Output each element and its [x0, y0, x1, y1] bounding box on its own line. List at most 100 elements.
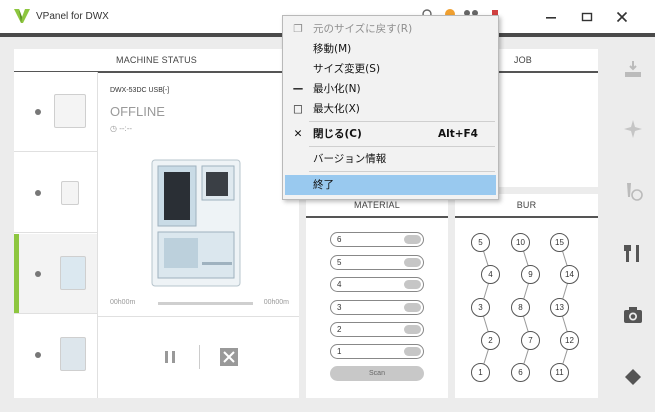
menu-item-minimize[interactable]: — 最小化(N) [285, 79, 496, 99]
elapsed-time: 00h00m [110, 299, 136, 306]
close-icon: ✕ [293, 128, 303, 140]
bur-slot-1[interactable]: 1 [471, 363, 490, 382]
status-dot [35, 109, 41, 115]
bur-slot-9[interactable]: 9 [521, 265, 540, 284]
menu-separator [309, 121, 495, 122]
slot-toggle [404, 347, 421, 356]
material-slot-6[interactable]: 6 [330, 232, 424, 247]
bur-slot-6[interactable]: 6 [511, 363, 530, 382]
bur-slot-15[interactable]: 15 [550, 233, 569, 252]
diamond-icon[interactable] [621, 365, 645, 389]
slot-label: 2 [337, 325, 342, 334]
menu-shortcut: Alt+F4 [437, 128, 478, 140]
menu-label: 最大化(X) [313, 103, 360, 115]
minimize-button[interactable] [534, 4, 568, 30]
pause-button[interactable] [163, 349, 177, 365]
bur-time-icon[interactable] [621, 179, 645, 203]
camera-icon[interactable] [621, 303, 645, 327]
bur-slot-4[interactable]: 4 [481, 265, 500, 284]
milling-icon[interactable] [621, 57, 645, 81]
slot-label: 5 [337, 258, 342, 267]
bur-slot-5[interactable]: 5 [471, 233, 490, 252]
material-slot-1[interactable]: 1 [330, 344, 424, 359]
machine-list [14, 72, 97, 398]
slot-label: 3 [337, 303, 342, 312]
material-slot-3[interactable]: 3 [330, 300, 424, 315]
menu-separator [309, 171, 495, 172]
slot-label: 1 [337, 347, 342, 356]
bur-slot-2[interactable]: 2 [481, 331, 500, 350]
material-slot-5[interactable]: 5 [330, 255, 424, 270]
right-sidebar [611, 37, 655, 412]
bur-slot-14[interactable]: 14 [560, 265, 579, 284]
status-dot [35, 190, 41, 196]
maximize-icon: □ [293, 103, 303, 115]
menu-item-size[interactable]: サイズ変更(S) [285, 59, 496, 79]
slot-toggle [404, 280, 421, 289]
machine-thumbnail [54, 94, 86, 128]
scan-button[interactable]: Scan [330, 366, 424, 381]
menu-label: 最小化(N) [313, 83, 361, 95]
bur-slot-3[interactable]: 3 [471, 298, 490, 317]
machine-status-heading: MACHINE STATUS [116, 55, 197, 65]
menu-label: 閉じる(C) [313, 128, 362, 140]
maximize-button[interactable] [570, 4, 604, 30]
menu-item-version[interactable]: バージョン情報 [285, 149, 496, 169]
slot-toggle [404, 325, 421, 334]
slot-toggle [404, 235, 421, 244]
bur-slot-11[interactable]: 11 [550, 363, 569, 382]
machine-list-item-2[interactable] [14, 153, 97, 233]
minimize-icon [546, 17, 556, 19]
status-dot [35, 271, 41, 277]
bur-slot-8[interactable]: 8 [511, 298, 530, 317]
control-bar [97, 316, 299, 398]
bur-slot-7[interactable]: 7 [521, 331, 540, 350]
status-dot [35, 352, 41, 358]
machine-status-text: OFFLINE [110, 104, 165, 119]
slot-label: 6 [337, 235, 342, 244]
machine-thumbnail [60, 337, 86, 371]
slot-toggle [404, 258, 421, 267]
restore-icon: ❐ [293, 23, 303, 35]
menu-item-restore[interactable]: ❐ 元のサイズに戻す(R) [285, 19, 496, 39]
machine-list-item-3[interactable] [14, 234, 97, 314]
bur-slot-10[interactable]: 10 [511, 233, 530, 252]
close-window-button[interactable] [605, 4, 639, 30]
material-slot-4[interactable]: 4 [330, 277, 424, 292]
machine-thumbnail [61, 181, 79, 205]
remaining-time: 00h00m [263, 299, 289, 306]
cancel-button[interactable] [219, 347, 239, 367]
machine-list-item-1[interactable] [14, 72, 97, 152]
menu-item-maximize[interactable]: □ 最大化(X) [285, 99, 496, 119]
control-divider [199, 345, 200, 369]
machine-list-item-4[interactable] [14, 315, 97, 395]
menu-item-exit[interactable]: 終了 [285, 175, 496, 195]
clock-icon: ◷ [110, 124, 120, 133]
pause-icon [165, 351, 175, 363]
menu-label: サイズ変更(S) [313, 63, 381, 75]
machine-model: DWX-53DC USB[-] [110, 87, 170, 94]
machine-thumbnail [60, 256, 86, 290]
menu-item-move[interactable]: 移動(M) [285, 39, 496, 59]
material-slot-2[interactable]: 2 [330, 322, 424, 337]
menu-label: 移動(M) [313, 43, 352, 55]
menu-item-close[interactable]: ✕ 閉じる(C) Alt+F4 [285, 124, 496, 144]
minimize-icon: — [292, 83, 304, 95]
close-icon [616, 11, 628, 23]
sparkle-icon[interactable] [621, 117, 645, 141]
timer-value: --:-- [119, 124, 133, 133]
slot-label: 4 [337, 280, 342, 289]
menu-label: バージョン情報 [313, 153, 387, 165]
timer-readout: ◷ --:-- [110, 124, 132, 133]
menu-label: 終了 [313, 179, 334, 191]
bur-slot-12[interactable]: 12 [560, 331, 579, 350]
tools-icon[interactable] [621, 241, 645, 265]
bur-panel: BUR 5 4 3 2 1 10 9 8 7 6 15 14 13 12 11 [455, 194, 598, 398]
job-progress-bar [158, 302, 253, 305]
app-title: VPanel for DWX [36, 11, 109, 22]
machine-image [151, 159, 241, 287]
material-panel: MATERIAL 6 5 4 3 2 1 Scan [306, 194, 448, 398]
menu-separator [309, 146, 495, 147]
slot-toggle [404, 303, 421, 312]
bur-slot-13[interactable]: 13 [550, 298, 569, 317]
